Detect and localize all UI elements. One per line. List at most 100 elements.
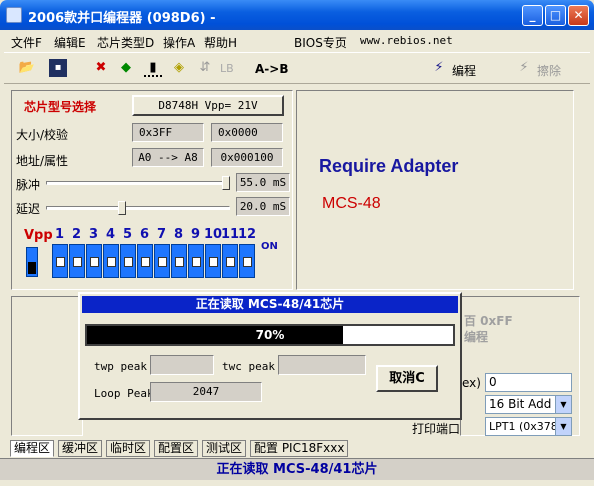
dip-number-12: 12 [238, 227, 257, 242]
pulse-label: 脉冲 [16, 178, 41, 192]
dip-number-10: 10 [204, 227, 223, 242]
delay-slider-thumb[interactable] [118, 201, 126, 215]
progress-percent: 70% [255, 328, 285, 342]
dip-number-1: 1 [55, 227, 65, 242]
chip-read-icon[interactable]: ◈ [170, 59, 188, 77]
chip-blank-icon[interactable]: ▮ [144, 59, 162, 77]
address-mode-select[interactable]: 16 Bit Add ▼ [485, 395, 572, 414]
dip-on-label: ON [261, 241, 278, 252]
menu-bar: 文件F 编辑E 芯片类型D 操作A 帮助H BIOS专页 www.rebios.… [4, 30, 590, 52]
menu-operation[interactable]: 操作A [163, 34, 195, 51]
menu-help[interactable]: 帮助H [204, 34, 237, 51]
dip-knob [209, 257, 218, 267]
dip-knob [226, 257, 235, 267]
dip-knob [243, 257, 252, 267]
dip-switch-bank: 1 2 3 4 5 6 7 8 9 10 11 12 [52, 227, 262, 279]
chip-delete-icon[interactable]: ✖ [92, 59, 110, 77]
printer-port-label: 打印端口 [412, 422, 461, 436]
address-attr-label: 地址/属性 [16, 154, 69, 168]
save-disk-icon[interactable]: ▪ [49, 59, 67, 77]
dip-number-3: 3 [89, 227, 99, 242]
program-icon[interactable]: ⚡ [430, 59, 448, 77]
erase-icon: ⚡ [519, 60, 529, 75]
tab-config[interactable]: 配置区 [154, 440, 199, 457]
dip-switch-3[interactable] [86, 244, 102, 278]
copy-a-to-b-button[interactable]: A->B [255, 62, 288, 76]
options-partial-label: ex) [462, 376, 481, 390]
chip-select-label: 芯片型号选择 [24, 100, 97, 114]
close-button[interactable]: ✕ [568, 5, 589, 26]
dip-knob [175, 257, 184, 267]
options-partial-text-1: 百 0xFF [464, 314, 513, 328]
adapter-model-text: MCS-48 [322, 195, 381, 212]
app-icon [6, 7, 22, 23]
dip-switch-9[interactable] [188, 244, 204, 278]
maximize-button[interactable]: □ [545, 5, 566, 26]
dip-switch-2[interactable] [69, 244, 85, 278]
dip-switch-7[interactable] [154, 244, 170, 278]
attribute-field: 0x000100 [211, 148, 283, 167]
window-title: 2006款并口编程器 (098D6) - [28, 11, 216, 26]
delay-label: 延迟 [16, 202, 41, 216]
dip-switch-6[interactable] [137, 244, 153, 278]
pulse-value: 55.0 mS [236, 173, 290, 192]
dip-number-6: 6 [140, 227, 150, 242]
pulse-slider-track[interactable] [46, 181, 230, 185]
dip-knob [73, 257, 82, 267]
options-partial-text-2: 编程 [464, 330, 489, 344]
printer-port-value: LPT1 (0x378) [489, 420, 563, 433]
dip-number-8: 8 [174, 227, 184, 242]
tab-pic18-config[interactable]: 配置 PIC18Fxxx [250, 440, 349, 457]
dip-switch-5[interactable] [120, 244, 136, 278]
printer-port-select[interactable]: LPT1 (0x378) ▼ [485, 417, 572, 436]
tab-program[interactable]: 编程区 [10, 440, 55, 457]
pulse-slider-thumb[interactable] [222, 176, 230, 190]
vpp-switch[interactable] [26, 247, 38, 277]
program-button[interactable]: 编程 [452, 62, 476, 79]
dip-switch-1[interactable] [52, 244, 68, 278]
menu-bios[interactable]: BIOS专页 [294, 34, 347, 51]
size-field: 0x3FF [132, 123, 204, 142]
minimize-button[interactable]: _ [522, 5, 543, 26]
dip-number-5: 5 [123, 227, 133, 242]
dip-knob [56, 257, 65, 267]
twc-peak-field [278, 355, 366, 375]
chip-check-icon[interactable]: ◆ [117, 59, 135, 77]
dip-knob [158, 257, 167, 267]
twc-peak-label: twc peak [222, 360, 275, 373]
dip-number-7: 7 [157, 227, 167, 242]
cancel-button[interactable]: 取消C [376, 365, 438, 392]
dip-switch-12[interactable] [239, 244, 255, 278]
verify-icon: ⇵ [199, 60, 211, 75]
erase-button: 擦除 [537, 64, 562, 78]
chip-model-select-button[interactable]: D8748H Vpp= 21V [132, 95, 284, 116]
menu-edit[interactable]: 编辑E [54, 34, 86, 51]
tab-test[interactable]: 测试区 [202, 440, 247, 457]
dialog-title: 正在读取 MCS-48/41芯片 [82, 296, 458, 313]
tab-buffer[interactable]: 缓冲区 [58, 440, 103, 457]
address-mode-value: 16 Bit Add [489, 397, 552, 411]
twp-peak-label: twp peak [94, 360, 147, 373]
tab-temp[interactable]: 临时区 [106, 440, 151, 457]
lower-left-panel [11, 296, 83, 436]
dip-switch-10[interactable] [205, 244, 221, 278]
chevron-down-icon[interactable]: ▼ [555, 418, 571, 435]
address-range-field: A0 --> A8 [132, 148, 204, 167]
dip-number-11: 11 [221, 227, 240, 242]
delay-value: 20.0 mS [236, 197, 290, 216]
menu-chip-type[interactable]: 芯片类型D [97, 34, 154, 51]
offset-input[interactable]: 0 [485, 373, 572, 392]
dip-number-4: 4 [106, 227, 116, 242]
chevron-down-icon[interactable]: ▼ [555, 396, 571, 413]
dip-number-9: 9 [191, 227, 201, 242]
delay-slider-track[interactable] [46, 206, 230, 210]
dip-knob [141, 257, 150, 267]
dip-switch-8[interactable] [171, 244, 187, 278]
website-link[interactable]: www.rebios.net [360, 34, 453, 47]
dip-switch-4[interactable] [103, 244, 119, 278]
open-folder-icon[interactable]: 📂 [18, 59, 36, 77]
adapter-panel [296, 90, 574, 290]
menu-file[interactable]: 文件F [11, 34, 42, 51]
require-adapter-text: Require Adapter [319, 156, 459, 176]
dip-switch-11[interactable] [222, 244, 238, 278]
